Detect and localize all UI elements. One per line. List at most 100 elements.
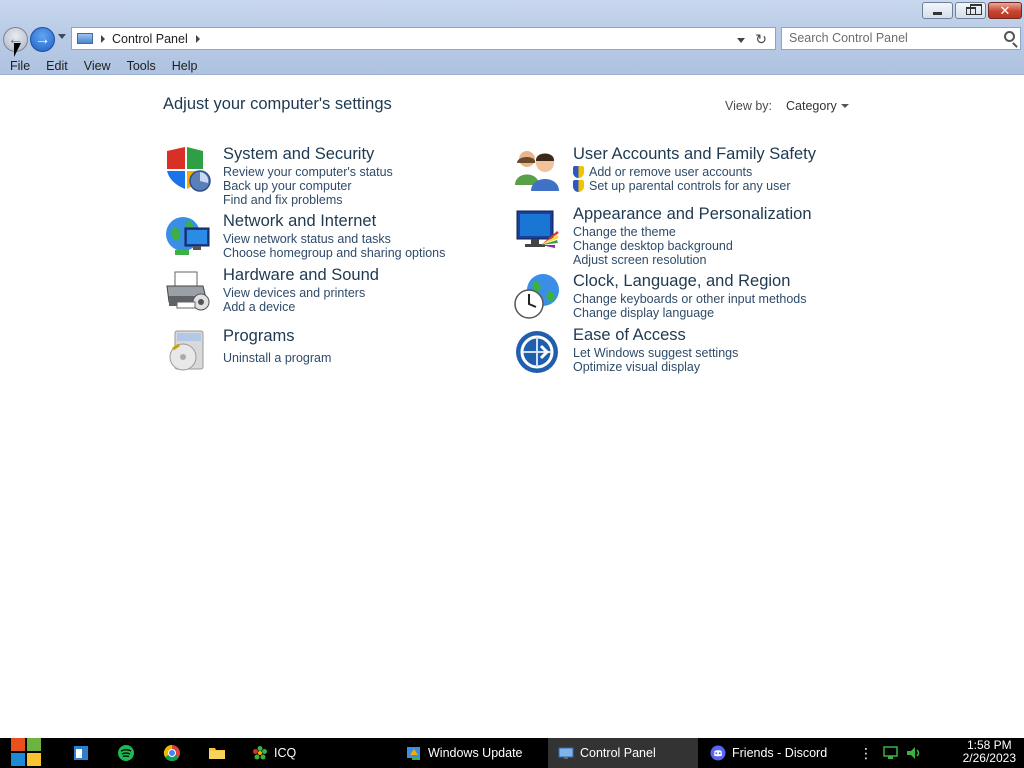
folder-icon [209,748,225,759]
link-uninstall-program[interactable]: Uninstall a program [223,351,331,365]
recent-pages-dropdown-icon[interactable] [58,34,66,39]
clock-globe-icon[interactable] [513,272,561,320]
view-by-select[interactable]: Category [786,99,849,113]
speaker-icon [907,747,920,759]
link-homegroup[interactable]: Choose homegroup and sharing options [223,246,445,260]
category-title[interactable]: User Accounts and Family Safety [573,145,816,164]
link-parental-controls[interactable]: Set up parental controls for any user [573,179,791,193]
search-input[interactable]: Search Control Panel [781,27,1021,50]
task-label: ICQ [274,746,297,760]
ease-of-access-icon[interactable] [513,326,561,374]
link-change-theme[interactable]: Change the theme [573,225,733,239]
network-globe-icon[interactable] [163,212,211,260]
taskbar-task-discord[interactable]: Friends - Discord [700,738,850,768]
uac-shield-icon [573,180,584,192]
uac-shield-icon [573,166,584,178]
link-suggest-settings[interactable]: Let Windows suggest settings [573,346,738,360]
pinned-file-explorer[interactable] [208,738,228,768]
page-title: Adjust your computer's settings [163,95,392,113]
mouse-pointer [14,43,21,57]
control-panel-icon [77,33,93,44]
link-keyboards[interactable]: Change keyboards or other input methods [573,292,806,306]
address-bar[interactable]: Control Panel ↻ [71,27,776,50]
view-by: View by: Category [725,99,849,113]
menu-help[interactable]: Help [172,57,198,74]
taskbar-task-control-panel[interactable]: Control Panel [548,738,698,768]
link-label: Add or remove user accounts [589,165,753,179]
link-display-language[interactable]: Change display language [573,306,806,320]
control-panel-content: Adjust your computer's settings View by:… [0,76,1024,738]
category-title[interactable]: Appearance and Personalization [573,205,812,224]
taskbar: ICQ Windows Update Control Panel Friends… [0,738,1024,768]
windows-update-icon [407,747,420,760]
window-controls: ✕ [922,2,1022,19]
link-review-status[interactable]: Review your computer's status [223,165,393,179]
breadcrumb-chevron-icon[interactable] [101,34,105,43]
link-devices-printers[interactable]: View devices and printers [223,286,365,300]
close-button[interactable]: ✕ [988,2,1022,19]
category-title[interactable]: Clock, Language, and Region [573,272,790,291]
category-title[interactable]: Hardware and Sound [223,266,379,285]
programs-disc-icon[interactable] [163,327,211,375]
link-network-status[interactable]: View network status and tasks [223,232,445,246]
link-find-fix[interactable]: Find and fix problems [223,193,393,207]
refresh-icon[interactable]: ↻ [755,32,767,46]
taskbar-task-icq[interactable]: ICQ [242,738,392,768]
search-placeholder: Search Control Panel [789,31,908,45]
menu-tools[interactable]: Tools [127,57,156,74]
menu-edit[interactable]: Edit [46,57,68,74]
shield-icon[interactable] [163,145,211,193]
address-history-dropdown-icon[interactable] [737,38,746,43]
menu-view[interactable]: View [84,57,111,74]
category-title[interactable]: Ease of Access [573,326,686,345]
menu-file[interactable]: File [10,57,30,74]
link-optimize-display[interactable]: Optimize visual display [573,360,738,374]
more-vertical-icon: ⋮ [859,744,873,761]
breadcrumb-control-panel[interactable]: Control Panel [112,32,188,46]
close-icon: ✕ [999,2,1011,18]
minimize-icon [933,11,942,15]
start-button[interactable] [9,738,43,768]
category-title[interactable]: Network and Internet [223,212,376,231]
link-add-remove-users[interactable]: Add or remove user accounts [573,165,791,179]
discord-icon [710,745,726,761]
menu-bar: File Edit View Tools Help [0,57,1024,75]
forward-button[interactable]: → [30,27,55,52]
network-tray-icon [883,746,898,759]
control-panel-icon [558,747,574,759]
taskbar-task-windows-update[interactable]: Windows Update [396,738,546,768]
task-label: Friends - Discord [732,746,828,760]
view-by-label: View by: [725,99,773,113]
link-desktop-background[interactable]: Change desktop background [573,239,733,253]
clock-date: 2/26/2023 [962,751,1016,765]
network-tray[interactable] [882,738,902,768]
window-chrome: ✕ ← → Control Panel ↻ Search Control Pan… [0,0,1024,75]
pinned-app-1[interactable] [72,738,92,768]
category-title[interactable]: System and Security [223,145,374,164]
minimize-button[interactable] [922,2,953,19]
pinned-chrome[interactable] [163,738,183,768]
spotify-icon [118,745,134,761]
show-hidden-icons-button[interactable]: ⋮ [859,738,873,768]
system-clock[interactable]: 1:58 PM 2/26/2023 [963,739,1016,765]
link-back-up[interactable]: Back up your computer [223,179,393,193]
breadcrumb-chevron-icon[interactable] [195,34,200,43]
volume-tray[interactable] [905,738,925,768]
restore-icon [965,3,982,15]
printer-icon[interactable] [163,266,211,314]
users-icon[interactable] [513,145,561,193]
restore-button[interactable] [955,2,986,19]
link-screen-resolution[interactable]: Adjust screen resolution [573,253,733,267]
chrome-icon [163,744,180,762]
link-add-device[interactable]: Add a device [223,300,365,314]
task-label: Control Panel [580,746,656,760]
category-title[interactable]: Programs [223,327,295,346]
view-by-value: Category [786,99,837,113]
chevron-down-icon [840,104,849,108]
forward-arrow-icon: → [34,30,51,48]
task-label: Windows Update [428,746,523,760]
search-icon[interactable] [1004,31,1015,42]
link-label: Set up parental controls for any user [589,179,791,193]
pinned-spotify[interactable] [117,738,137,768]
monitor-palette-icon[interactable] [513,205,561,253]
